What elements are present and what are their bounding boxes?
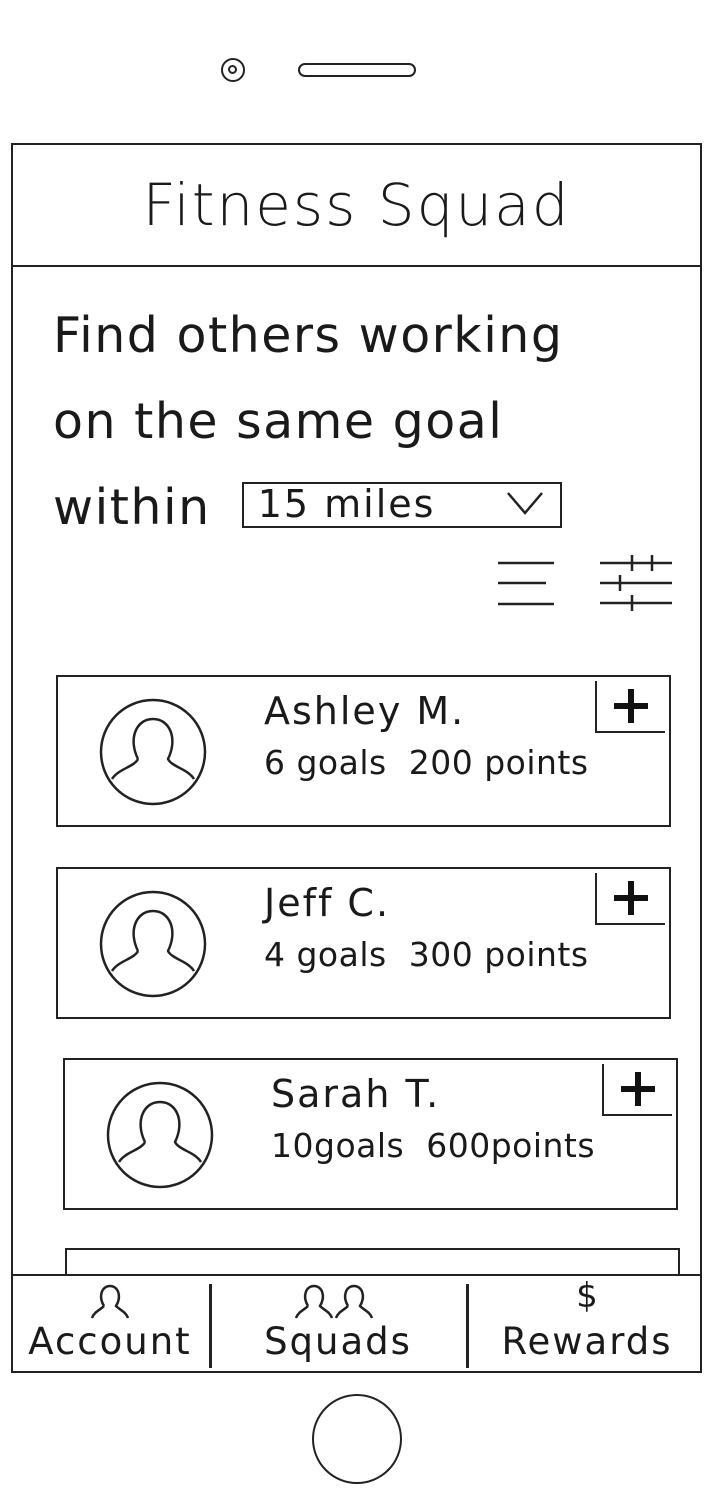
headline-line-2: on the same goal	[53, 393, 504, 450]
user-icon	[90, 1284, 130, 1324]
member-stats: 10goals 600points	[271, 1126, 595, 1165]
member-stats: 4 goals 300 points	[264, 935, 589, 974]
member-points: 600points	[426, 1126, 596, 1165]
member-points: 300 points	[408, 935, 589, 974]
tab-divider	[466, 1284, 469, 1368]
headline-prefix: within	[53, 479, 211, 536]
member-name: Jeff C.	[264, 881, 391, 925]
tab-rewards[interactable]: $ Rewards	[471, 1276, 700, 1371]
home-button[interactable]	[312, 1394, 402, 1484]
member-stats: 6 goals 200 points	[264, 743, 589, 782]
speaker-grille	[298, 63, 416, 77]
plus-icon	[614, 689, 648, 723]
phone-frame: Fitness Squad Find others working on the…	[0, 0, 714, 1506]
app-screen: Fitness Squad Find others working on the…	[11, 143, 702, 1373]
member-card[interactable]: Ashley M. 6 goals 200 points	[56, 675, 671, 827]
user-icon	[105, 1080, 215, 1190]
tab-label: Rewards	[501, 1320, 673, 1363]
tab-bar: Account Squads $ Rewards	[13, 1274, 700, 1371]
sliders-icon[interactable]	[598, 553, 674, 613]
distance-dropdown[interactable]: 15 miles	[241, 481, 562, 528]
tab-squads[interactable]: Squads	[213, 1276, 463, 1371]
tab-divider	[209, 1284, 212, 1368]
camera-icon	[221, 58, 245, 82]
distance-value: 15 miles	[257, 481, 436, 526]
member-card[interactable]: Jeff C. 4 goals 300 points	[56, 867, 671, 1019]
group-icon	[288, 1284, 388, 1324]
member-name: Ashley M.	[264, 689, 466, 733]
add-member-button[interactable]	[602, 1064, 672, 1116]
headline-line-3: within 15 miles	[53, 465, 693, 551]
tab-label: Account	[28, 1320, 192, 1363]
chevron-down-icon	[506, 486, 544, 526]
tab-label: Squads	[264, 1320, 412, 1363]
app-title: Fitness Squad	[142, 171, 571, 239]
search-headline: Find others working on the same goal wit…	[53, 293, 693, 551]
user-icon	[98, 889, 208, 999]
plus-icon	[621, 1072, 655, 1106]
member-goals: 4 goals	[264, 935, 387, 974]
user-icon	[98, 697, 208, 807]
add-member-button[interactable]	[595, 873, 665, 925]
headline-line-1: Find others working	[53, 307, 564, 364]
plus-icon	[614, 881, 648, 915]
list-icon[interactable]	[496, 557, 558, 609]
member-name: Sarah T.	[271, 1072, 441, 1116]
member-goals: 6 goals	[264, 743, 387, 782]
member-points: 200 points	[408, 743, 589, 782]
member-card[interactable]: Sarah T. 10goals 600points	[63, 1058, 678, 1210]
member-goals: 10goals	[271, 1126, 405, 1165]
title-bar: Fitness Squad	[13, 145, 700, 267]
tab-account[interactable]: Account	[13, 1276, 209, 1371]
add-member-button[interactable]	[595, 681, 665, 733]
dollar-icon: $	[576, 1276, 598, 1316]
